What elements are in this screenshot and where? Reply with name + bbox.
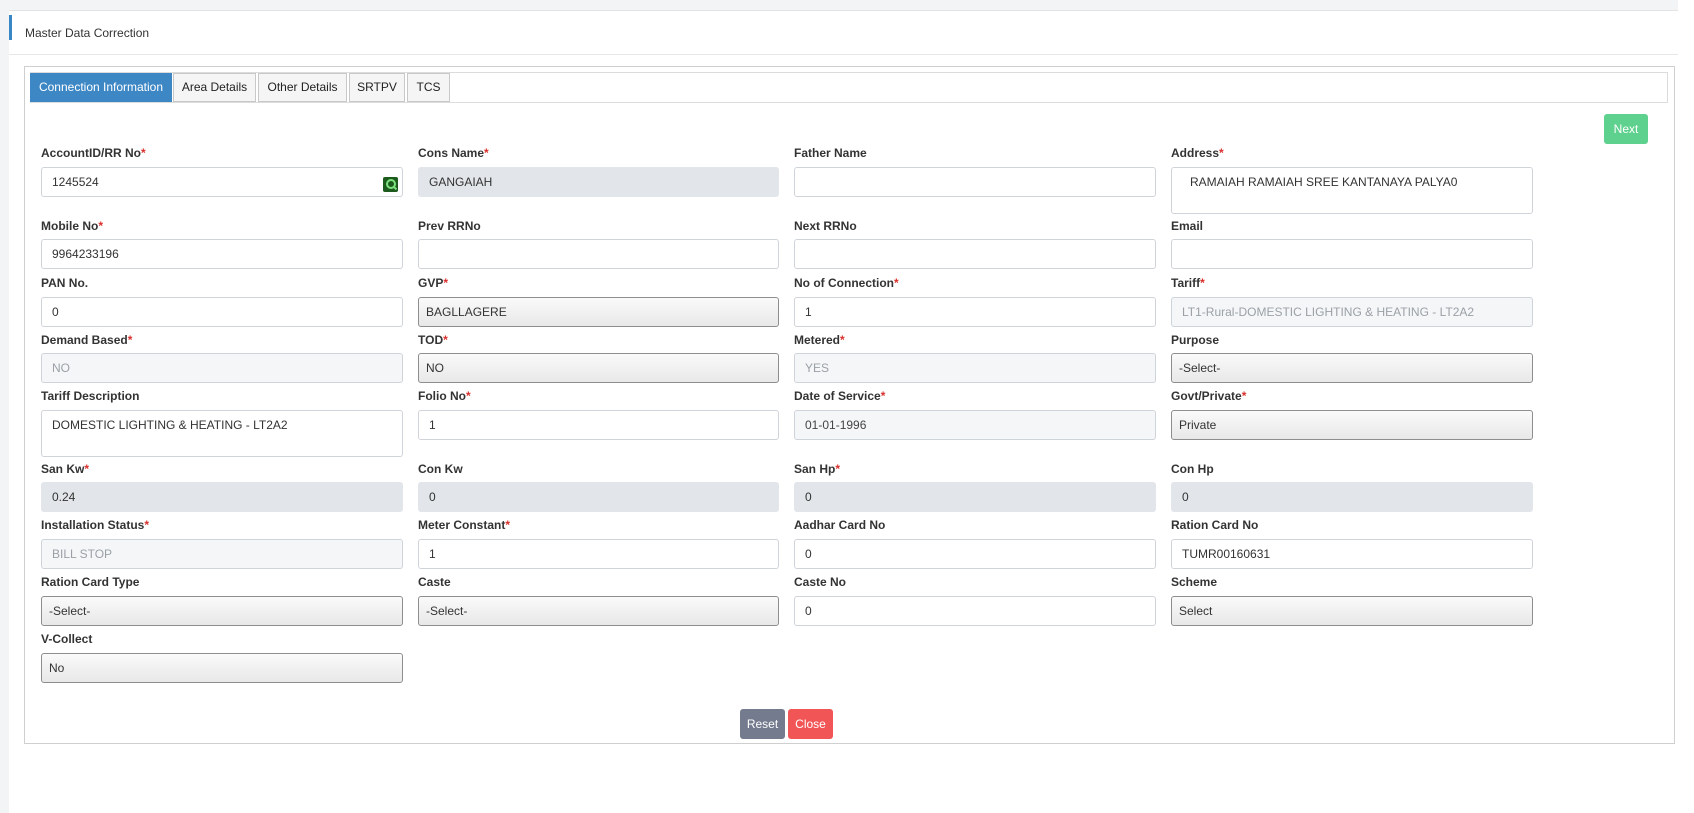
- tariff-description-label: Tariff Description: [41, 389, 140, 403]
- no-of-connection-input[interactable]: 1: [794, 297, 1156, 327]
- purpose-label: Purpose: [1171, 333, 1220, 347]
- metered-select: YES: [794, 353, 1156, 383]
- caste-label: Caste: [418, 575, 451, 589]
- govt-private-label: Govt/Private*: [1171, 389, 1247, 403]
- page-scrollbar[interactable]: [1678, 0, 1694, 813]
- tab-srtpv[interactable]: SRTPV: [349, 73, 405, 102]
- header-accent-bar: [9, 15, 12, 40]
- address-label: Address*: [1171, 146, 1224, 160]
- scheme-label: Scheme: [1171, 575, 1218, 589]
- installation-status-label: Installation Status*: [41, 518, 150, 532]
- demand-based-label: Demand Based*: [41, 333, 133, 347]
- tab-area-details[interactable]: Area Details: [173, 73, 256, 102]
- tod-label: TOD*: [418, 333, 448, 347]
- caste-no-input[interactable]: 0: [794, 596, 1156, 626]
- folio-no-label: Folio No*: [418, 389, 471, 403]
- prev-rrno-label: Prev RRNo: [418, 219, 481, 233]
- gvp-select[interactable]: BAGLLAGERE: [418, 297, 779, 327]
- ration-card-type-label: Ration Card Type: [41, 575, 140, 589]
- tab-other-details[interactable]: Other Details: [258, 73, 347, 102]
- father-name-input[interactable]: [794, 167, 1156, 197]
- ration-card-no-input[interactable]: TUMR00160631: [1171, 539, 1533, 569]
- search-icon[interactable]: [383, 177, 398, 192]
- installation-status-select: BILL STOP: [41, 539, 403, 569]
- mobile-no-input[interactable]: 9964233196: [41, 239, 403, 269]
- cons-name-label: Cons Name*: [418, 146, 489, 160]
- mobile-no-label: Mobile No*: [41, 219, 103, 233]
- meter-constant-input[interactable]: 1: [418, 539, 779, 569]
- no-of-connection-label: No of Connection*: [794, 276, 899, 290]
- next-button[interactable]: Next: [1604, 114, 1648, 144]
- reset-button[interactable]: Reset: [740, 709, 785, 739]
- pan-no-input[interactable]: 0: [41, 297, 403, 327]
- tab-bar: Connection Information Area Details Othe…: [30, 72, 1668, 103]
- govt-private-select[interactable]: Private: [1171, 410, 1533, 440]
- prev-rrno-input[interactable]: [418, 239, 779, 269]
- close-button[interactable]: Close: [788, 709, 833, 739]
- meter-constant-label: Meter Constant*: [418, 518, 511, 532]
- caste-select[interactable]: -Select-: [418, 596, 779, 626]
- san-kw-label: San Kw*: [41, 462, 90, 476]
- tab-tcs[interactable]: TCS: [407, 73, 450, 102]
- account-id-label: AccountID/RR No*: [41, 146, 146, 160]
- san-kw-input: 0.24: [41, 482, 403, 512]
- page-title: Master Data Correction: [25, 26, 150, 40]
- folio-no-input[interactable]: 1: [418, 410, 779, 440]
- aadhar-card-no-input[interactable]: 0: [794, 539, 1156, 569]
- con-kw-input: 0: [418, 482, 779, 512]
- scheme-select[interactable]: Select: [1171, 596, 1533, 626]
- purpose-select[interactable]: -Select-: [1171, 353, 1533, 383]
- aadhar-card-no-label: Aadhar Card No: [794, 518, 886, 532]
- tab-connection-information[interactable]: Connection Information: [30, 73, 172, 102]
- tariff-description-textarea[interactable]: DOMESTIC LIGHTING & HEATING - LT2A2: [41, 410, 403, 457]
- san-hp-input: 0: [794, 482, 1156, 512]
- page-header: Master Data Correction: [9, 11, 1694, 55]
- next-rrno-label: Next RRNo: [794, 219, 857, 233]
- ration-card-no-label: Ration Card No: [1171, 518, 1259, 532]
- email-label: Email: [1171, 219, 1204, 233]
- metered-label: Metered*: [794, 333, 845, 347]
- demand-based-select: NO: [41, 353, 403, 383]
- caste-no-label: Caste No: [794, 575, 847, 589]
- tod-select[interactable]: NO: [418, 353, 779, 383]
- father-name-label: Father Name: [794, 146, 867, 160]
- cons-name-input: GANGAIAH: [418, 167, 779, 197]
- con-hp-input: 0: [1171, 482, 1533, 512]
- email-input[interactable]: [1171, 239, 1533, 269]
- next-rrno-input[interactable]: [794, 239, 1156, 269]
- gvp-label: GVP*: [418, 276, 449, 290]
- tariff-label: Tariff*: [1171, 276, 1205, 290]
- con-kw-label: Con Kw: [418, 462, 463, 476]
- v-collect-label: V-Collect: [41, 632, 93, 646]
- account-id-input[interactable]: 1245524: [41, 167, 403, 197]
- date-of-service-input[interactable]: 01-01-1996: [794, 410, 1156, 440]
- san-hp-label: San Hp*: [794, 462, 841, 476]
- pan-no-label: PAN No.: [41, 276, 89, 290]
- ration-card-type-select[interactable]: -Select-: [41, 596, 403, 626]
- con-hp-label: Con Hp: [1171, 462, 1214, 476]
- v-collect-select[interactable]: No: [41, 653, 403, 683]
- address-textarea[interactable]: RAMAIAH RAMAIAH SREE KANTANAYA PALYA0: [1171, 167, 1533, 214]
- date-of-service-label: Date of Service*: [794, 389, 886, 403]
- tariff-select: LT1-Rural-DOMESTIC LIGHTING & HEATING - …: [1171, 297, 1533, 327]
